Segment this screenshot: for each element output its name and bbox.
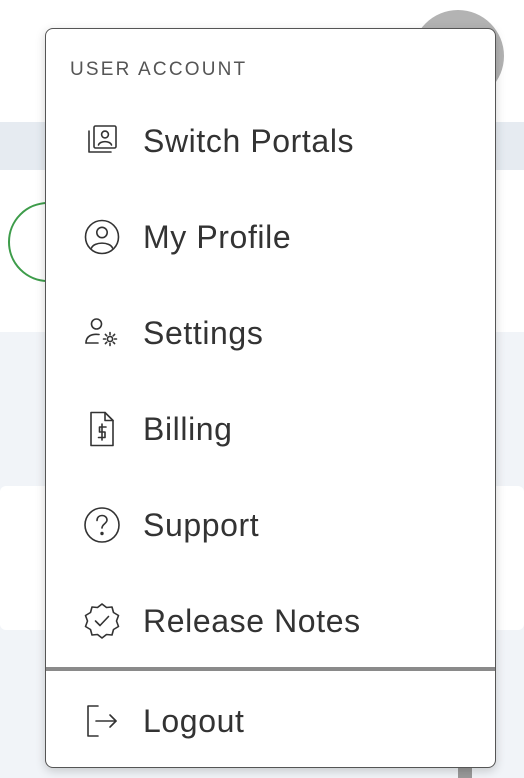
user-account-menu: USER ACCOUNT Switch Portals My Profile S… xyxy=(45,28,496,768)
menu-item-label: Settings xyxy=(143,314,264,351)
menu-item-label: Billing xyxy=(143,410,233,447)
menu-item-label: Support xyxy=(143,506,260,543)
menu-item-label: Logout xyxy=(143,702,245,739)
menu-item-logout[interactable]: Logout xyxy=(46,673,495,767)
menu-header: USER ACCOUNT xyxy=(70,59,248,80)
user-circle-icon xyxy=(82,217,122,257)
menu-item-settings[interactable]: Settings xyxy=(46,285,495,381)
verified-badge-icon xyxy=(82,601,122,641)
menu-divider xyxy=(46,667,495,671)
menu-item-label: My Profile xyxy=(143,218,292,255)
menu-item-release-notes[interactable]: Release Notes xyxy=(46,573,495,669)
portal-switch-icon xyxy=(82,121,122,161)
menu-item-billing[interactable]: Billing xyxy=(46,381,495,477)
menu-item-my-profile[interactable]: My Profile xyxy=(46,189,495,285)
menu-item-switch-portals[interactable]: Switch Portals xyxy=(46,93,495,189)
question-circle-icon xyxy=(82,505,122,545)
menu-item-support[interactable]: Support xyxy=(46,477,495,573)
menu-item-label: Switch Portals xyxy=(143,122,355,159)
user-settings-icon xyxy=(82,313,122,353)
logout-icon xyxy=(82,701,122,741)
menu-item-label: Release Notes xyxy=(143,602,361,639)
dollar-document-icon xyxy=(82,409,122,449)
